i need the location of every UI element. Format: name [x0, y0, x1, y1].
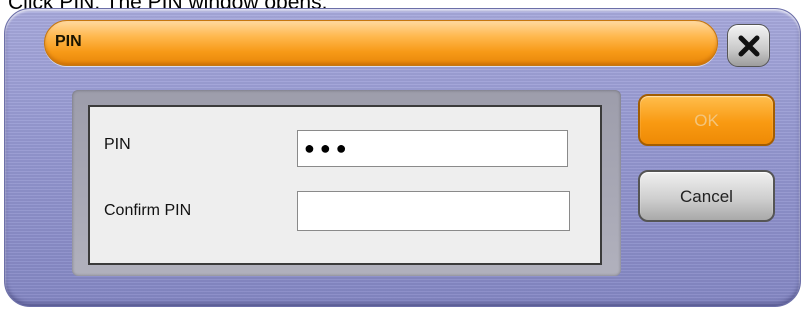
pin-input[interactable]: ●●●	[297, 130, 568, 167]
form-panel	[88, 105, 602, 265]
close-button[interactable]	[727, 24, 770, 67]
confirm-pin-label: Confirm PIN	[104, 202, 192, 219]
dialog-title: PIN	[55, 33, 82, 50]
close-icon	[738, 35, 760, 57]
ok-button[interactable]: OK	[638, 94, 775, 146]
cancel-button[interactable]: Cancel	[638, 170, 775, 222]
confirm-pin-input[interactable]	[297, 191, 570, 231]
pin-label: PIN	[104, 136, 131, 153]
title-bar[interactable]: PIN	[44, 20, 718, 66]
